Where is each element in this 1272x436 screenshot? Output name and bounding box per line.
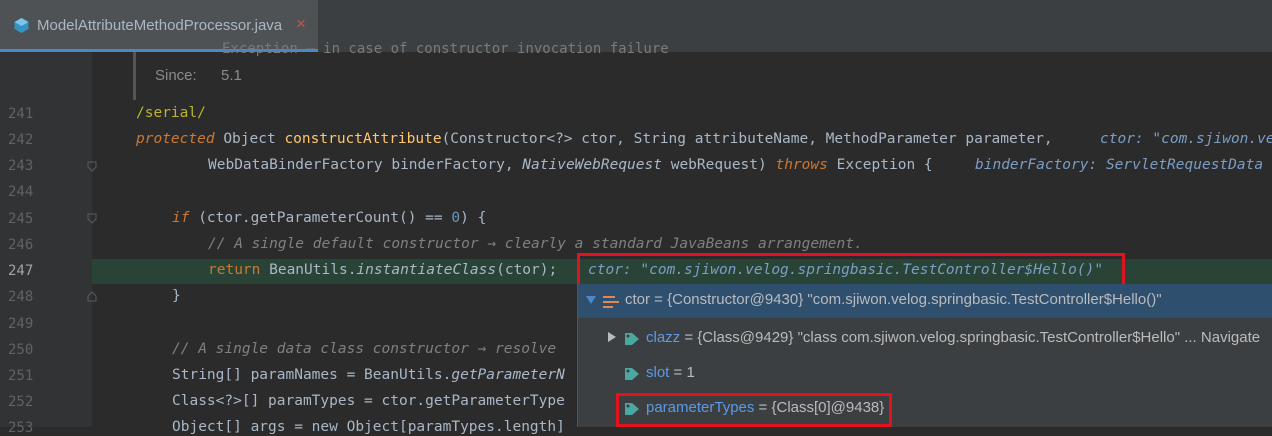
expr: () == bbox=[398, 210, 452, 226]
debug-tree-item[interactable]: clazz = {Class@9429} "class com.sjiwon.v… bbox=[578, 322, 1272, 356]
class-ref: BeanUtils. bbox=[260, 262, 357, 278]
line-number: 245 bbox=[8, 211, 34, 227]
line-number: 248 bbox=[8, 289, 34, 305]
expr: ) { bbox=[460, 210, 487, 226]
variable-value: = {Constructor@9430} "com.sjiwon.velog.s… bbox=[650, 291, 1162, 308]
tag-icon bbox=[625, 333, 639, 345]
exception-type: Exception { bbox=[827, 157, 933, 173]
javadoc-since-value: 5.1 bbox=[221, 67, 242, 84]
code-line-248: } bbox=[172, 288, 181, 304]
code-line-247: return BeanUtils.instantiateClass(ctor); bbox=[208, 262, 557, 278]
code-line-243: WebDataBinderFactory binderFactory, Nati… bbox=[208, 157, 933, 173]
line-number: 253 bbox=[8, 420, 34, 436]
code-line-242: protected Object constructAttribute(Cons… bbox=[136, 131, 1053, 147]
args: (ctor); bbox=[496, 262, 558, 278]
navigate-link[interactable]: Navigate bbox=[1201, 329, 1260, 346]
code-line-245: if (ctor.getParameterCount() == 0) { bbox=[172, 210, 486, 226]
field-name: slot bbox=[646, 364, 670, 381]
field-value: = {Class@9429} "class com.sjiwon.velog.s… bbox=[680, 329, 1201, 346]
javadoc-since-label: Since: bbox=[155, 67, 197, 84]
method-call: instantiateClass bbox=[356, 262, 497, 278]
field-value: = 1 bbox=[669, 364, 695, 381]
line-number: 252 bbox=[8, 394, 34, 410]
inline-debug-hint: binderFactory: ServletRequestData bbox=[975, 157, 1264, 173]
number: 0 bbox=[451, 210, 461, 226]
expr: String[] paramNames = BeanUtils. bbox=[172, 367, 452, 383]
keyword: protected bbox=[136, 131, 215, 147]
line-number-current: 247 bbox=[8, 263, 34, 279]
debug-field-text: slot = 1 bbox=[646, 364, 695, 381]
debug-tree-item[interactable]: slot = 1 bbox=[578, 357, 1272, 391]
code-line-246: // A single default constructor → clearl… bbox=[208, 236, 863, 252]
code-line-251: String[] paramNames = BeanUtils.getParam… bbox=[172, 367, 565, 383]
line-number: 241 bbox=[8, 106, 34, 122]
variable-name: ctor bbox=[625, 291, 651, 308]
line-number: 251 bbox=[8, 368, 34, 384]
keyword: return bbox=[208, 262, 261, 278]
code-line-253: Object[] args = new Object[paramTypes.le… bbox=[172, 419, 565, 435]
close-icon[interactable]: × bbox=[296, 14, 306, 34]
field-list-icon bbox=[603, 296, 619, 308]
debug-root-text: ctor = {Constructor@9430} "com.sjiwon.ve… bbox=[625, 291, 1162, 308]
javadoc-exception-text: Exception – in case of constructor invoc… bbox=[222, 41, 669, 57]
tab-title: ModelAttributeMethodProcessor.java bbox=[37, 17, 283, 34]
line-number: 249 bbox=[8, 316, 34, 332]
line-number: 243 bbox=[8, 158, 34, 174]
fold-icon[interactable] bbox=[87, 213, 97, 224]
javadoc-render bbox=[92, 52, 1272, 100]
expand-right-icon[interactable] bbox=[607, 332, 617, 342]
line-number: 250 bbox=[8, 342, 34, 358]
method-name: constructAttribute bbox=[284, 131, 442, 147]
line-number: 244 bbox=[8, 184, 34, 200]
type: WebDataBinderFactory bbox=[208, 157, 383, 173]
fold-icon[interactable] bbox=[87, 161, 97, 172]
type: NativeWebRequest bbox=[522, 157, 662, 173]
annotation-highlight-box bbox=[577, 253, 1125, 288]
annotation-highlight-box bbox=[616, 393, 892, 427]
line-number: 246 bbox=[8, 237, 34, 253]
method-call: getParameterCount bbox=[250, 210, 399, 226]
debug-tree-root[interactable]: ctor = {Constructor@9430} "com.sjiwon.ve… bbox=[578, 284, 1272, 318]
tag-icon bbox=[625, 368, 639, 380]
param: webRequest) bbox=[661, 157, 776, 173]
expr: (ctor. bbox=[189, 210, 251, 226]
line-number: 242 bbox=[8, 132, 34, 148]
fold-icon[interactable] bbox=[87, 291, 97, 302]
keyword: throws bbox=[775, 157, 828, 173]
type: Object bbox=[223, 131, 276, 147]
debug-field-text: clazz = {Class@9429} "class com.sjiwon.v… bbox=[646, 329, 1260, 346]
method-call: getParameterN bbox=[451, 367, 565, 383]
params: (Constructor<?> ctor, String attributeNa… bbox=[441, 131, 1053, 147]
code-line-250: // A single data class constructor → res… bbox=[172, 341, 557, 357]
field-name: clazz bbox=[646, 329, 681, 346]
inline-debug-hint: ctor: "com.sjiwon.ve bbox=[1100, 131, 1272, 147]
code-line-252: Class<?>[] paramTypes = ctor.getParamete… bbox=[172, 393, 565, 409]
param: binderFactory, bbox=[382, 157, 523, 173]
expand-down-icon[interactable] bbox=[586, 295, 596, 305]
code-line-241: /serial/ bbox=[136, 105, 206, 121]
keyword: if bbox=[172, 210, 190, 226]
javadoc-border bbox=[133, 52, 136, 100]
java-class-icon bbox=[14, 18, 29, 33]
